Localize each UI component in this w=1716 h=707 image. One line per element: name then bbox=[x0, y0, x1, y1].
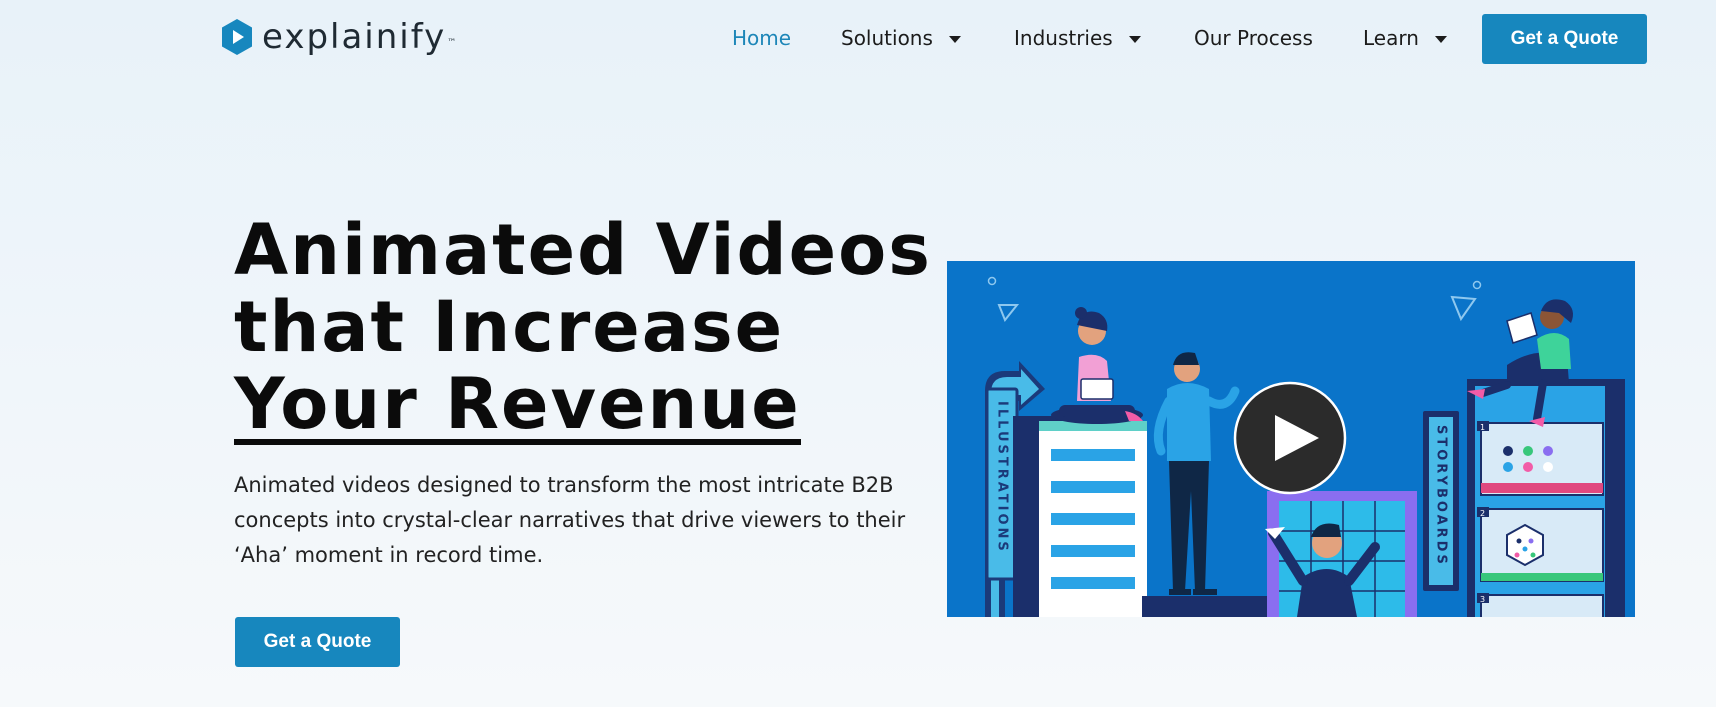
caret-down-icon bbox=[1434, 35, 1447, 43]
caret-down-icon bbox=[948, 35, 961, 43]
nav-home-label: Home bbox=[732, 26, 792, 50]
play-icon[interactable] bbox=[1233, 381, 1347, 495]
hero-video[interactable]: ILLUSTRATIONS STORYBOARDS 1 2 3 bbox=[947, 261, 1635, 617]
storyboards-banner: STORYBOARDS bbox=[1423, 411, 1459, 591]
nav-our-process-label: Our Process bbox=[1194, 26, 1313, 50]
explainify-logo-icon bbox=[222, 19, 252, 55]
step-number-2: 2 bbox=[1480, 509, 1485, 518]
nav-industries[interactable]: Industries bbox=[1014, 24, 1141, 52]
hero-title-line-2: that Increase bbox=[234, 286, 785, 368]
nav-solutions-label: Solutions bbox=[841, 26, 933, 50]
get-a-quote-button[interactable]: Get a Quote bbox=[1482, 14, 1647, 64]
hero-description: Animated videos designed to transform th… bbox=[234, 473, 906, 567]
hero-title-line-1: Animated Videos bbox=[234, 209, 932, 291]
hero-title: Animated Videos that Increase Your Reven… bbox=[234, 212, 934, 445]
nav-our-process[interactable]: Our Process bbox=[1194, 24, 1313, 52]
step-number-3: 3 bbox=[1480, 595, 1485, 604]
nav-learn-label: Learn bbox=[1363, 26, 1419, 50]
brand-name: explainify™ bbox=[262, 17, 459, 57]
nav-solutions[interactable]: Solutions bbox=[841, 24, 961, 52]
storyboards-banner-label: STORYBOARDS bbox=[1434, 425, 1449, 567]
brand-logo[interactable]: explainify™ bbox=[220, 18, 458, 56]
site-header: explainify™ Home Solutions Industries Ou… bbox=[0, 0, 1716, 76]
hero-get-a-quote-button[interactable]: Get a Quote bbox=[235, 617, 400, 667]
nav-learn[interactable]: Learn bbox=[1363, 24, 1447, 52]
step-number-1: 1 bbox=[1480, 423, 1485, 432]
illustrations-banner-label: ILLUSTRATIONS bbox=[995, 401, 1010, 554]
nav-home[interactable]: Home bbox=[732, 24, 791, 52]
nav-industries-label: Industries bbox=[1014, 26, 1113, 50]
hero-title-line-3: Your Revenue bbox=[234, 363, 801, 445]
caret-down-icon bbox=[1128, 35, 1141, 43]
